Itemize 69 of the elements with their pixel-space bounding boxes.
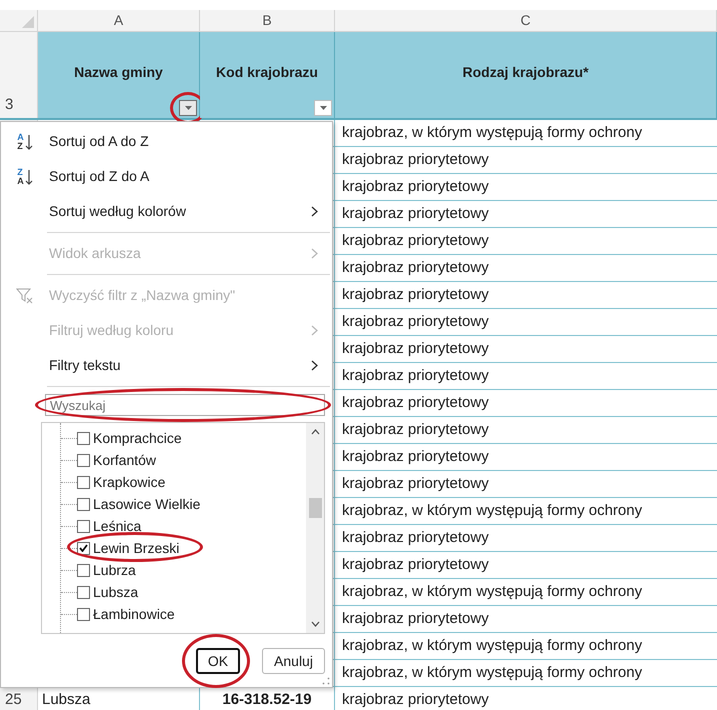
table-cell-text: krajobraz priorytetowy: [341, 258, 490, 278]
list-item-label[interactable]: Leśnica: [93, 516, 142, 536]
column-header[interactable]: B: [200, 10, 335, 31]
table-cell-text: krajobraz, w którym występują formy ochrony: [341, 662, 644, 683]
dialog-button[interactable]: Anuluj: [262, 648, 325, 674]
checkbox[interactable]: [77, 454, 90, 466]
table-cell-text: krajobraz priorytetowy: [341, 204, 490, 224]
table-cell-text: krajobraz priorytetowy: [341, 230, 490, 251]
list-item-label[interactable]: Krapkowice: [93, 472, 166, 492]
scrollbar-thumb[interactable]: [308, 498, 322, 518]
row-number: 25: [0, 687, 38, 710]
chevron-right-icon: [311, 206, 318, 217]
caret-icon: [184, 106, 192, 110]
table-cell-text: krajobraz priorytetowy: [341, 690, 490, 710]
menu-item[interactable]: Z A Sortuj od Z do A: [1, 159, 332, 194]
chevron-right-icon: [311, 325, 318, 336]
list-item-label[interactable]: Korfantów: [93, 450, 156, 470]
table-cell-text: krajobraz priorytetowy: [341, 150, 490, 170]
table-cell-text: krajobraz priorytetowy: [341, 446, 490, 467]
table-cell-text: krajobraz priorytetowy: [341, 528, 490, 548]
clear-filter-icon: [16, 288, 34, 304]
list-item-label[interactable]: Lasowice Wielkie: [93, 494, 200, 514]
table-cell-text: krajobraz priorytetowy: [341, 284, 490, 305]
header-text: Kod krajobrazu: [216, 62, 318, 82]
menu-item[interactable]: Filtry tekstu: [1, 348, 332, 383]
list-item-label[interactable]: Lewin Brzeski: [93, 538, 180, 558]
table-cell-text: krajobraz priorytetowy: [341, 474, 490, 494]
filter-dropdown-button[interactable]: [314, 100, 332, 116]
checkbox[interactable]: [77, 432, 90, 444]
checkbox[interactable]: [77, 564, 90, 576]
checkbox[interactable]: [77, 476, 90, 488]
checkbox[interactable]: [77, 520, 90, 532]
chevron-right-icon: [311, 248, 318, 259]
resize-grip-icon[interactable]: [322, 677, 330, 685]
table-cell-text: krajobraz priorytetowy: [341, 554, 490, 575]
menu-item[interactable]: A Z Sortuj od A do Z: [1, 124, 332, 159]
scroll-up-icon[interactable]: [310, 429, 320, 435]
list-item-label[interactable]: Łambinowice: [93, 604, 175, 624]
table-cell-text: krajobraz priorytetowy: [341, 420, 490, 440]
table-cell-text: krajobraz, w którym występują formy ochrony: [341, 500, 644, 521]
checkbox[interactable]: [77, 608, 90, 620]
row-number: 3: [0, 32, 38, 118]
scroll-down-icon[interactable]: [310, 621, 320, 627]
checkbox[interactable]: [77, 586, 90, 598]
table-cell-text: krajobraz, w którym występują formy ochrony: [341, 636, 644, 656]
list-item-label[interactable]: Lubrza: [93, 560, 136, 580]
table-cell-text: krajobraz priorytetowy: [341, 176, 490, 197]
table-cell-text: krajobraz priorytetowy: [341, 312, 490, 332]
search-field[interactable]: Wyszukaj: [45, 394, 325, 416]
column-header[interactable]: A: [38, 10, 200, 31]
table-cell-text: krajobraz, w którym występują formy ochrony: [341, 122, 644, 143]
table-cell-text: krajobraz priorytetowy: [341, 366, 490, 386]
chevron-right-icon: [311, 360, 318, 371]
table-cell-text: krajobraz priorytetowy: [341, 338, 490, 359]
column-header[interactable]: C: [335, 10, 717, 31]
table-cell-text: krajobraz priorytetowy: [341, 392, 490, 413]
header-text: Rodzaj krajobrazu*: [462, 62, 589, 82]
filter-dropdown-button[interactable]: [179, 100, 197, 116]
scrollbar[interactable]: [306, 423, 324, 633]
menu-item[interactable]: Sortuj według kolorów: [1, 194, 332, 229]
table-cell-text: krajobraz priorytetowy: [341, 608, 490, 629]
caret-icon: [320, 106, 326, 110]
list-item-label[interactable]: Lubsza: [93, 582, 138, 602]
checkbox[interactable]: [77, 542, 90, 554]
table-cell-text: krajobraz, w którym występują formy ochrony: [341, 582, 644, 602]
checkbox[interactable]: [77, 498, 90, 510]
dialog-button[interactable]: OK: [196, 648, 240, 674]
list-item-label[interactable]: Komprachcice: [93, 428, 182, 448]
header-text: Nazwa gminy: [74, 62, 163, 82]
